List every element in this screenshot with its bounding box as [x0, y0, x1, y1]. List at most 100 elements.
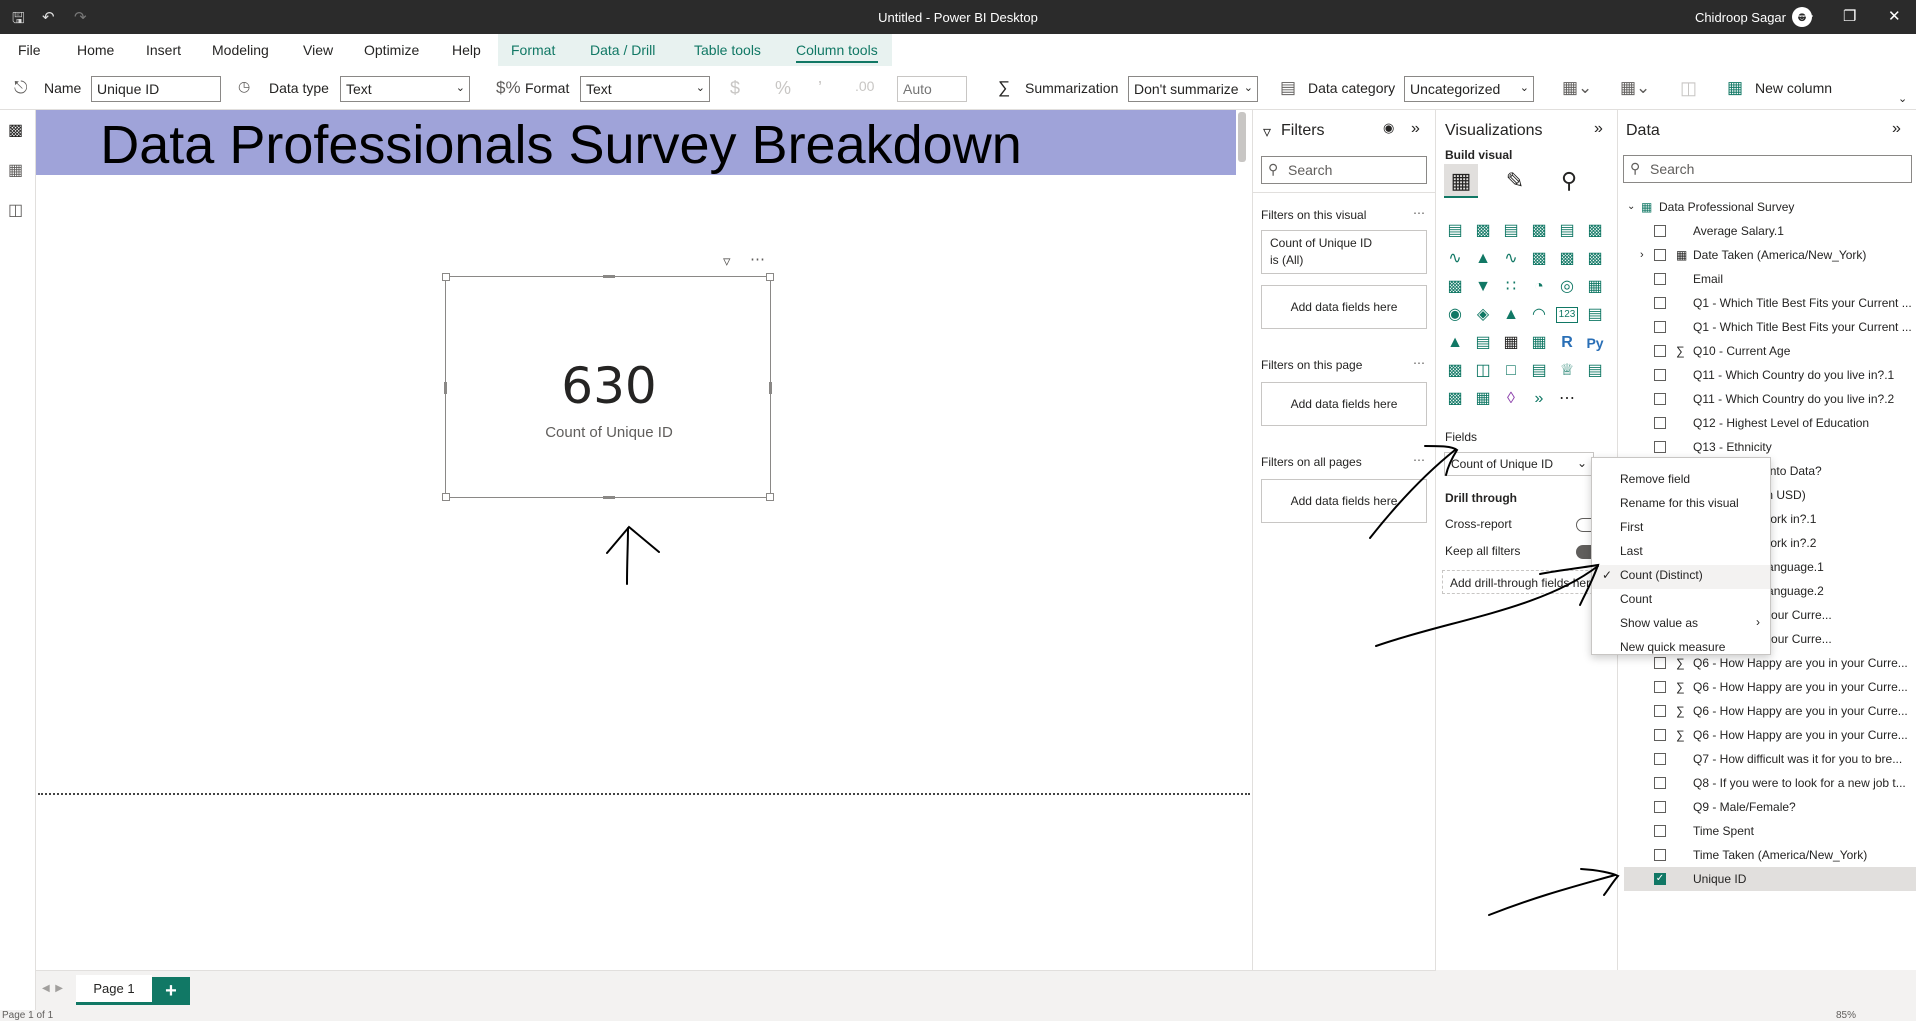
100-column-chart-icon[interactable]: ▩ [1584, 220, 1606, 242]
resize-handle[interactable] [603, 275, 615, 278]
collapse-icon[interactable]: » [1411, 120, 1420, 138]
add-drill-through-drop[interactable]: Add drill-through fields here [1442, 570, 1608, 594]
field-checkbox[interactable] [1654, 681, 1666, 693]
more-options-icon[interactable]: ⋯ [1413, 356, 1425, 370]
canvas-scrollbar[interactable] [1238, 112, 1246, 162]
data-field-row[interactable]: ∑ Q6 - How Happy are you in your Curre... [1624, 699, 1916, 723]
treemap-icon[interactable]: ▦ [1584, 276, 1606, 298]
data-type-select[interactable]: Text ⌄ [340, 76, 470, 102]
data-field-row[interactable]: ✓ Unique ID [1624, 867, 1916, 891]
data-field-row[interactable]: Q13 - Ethnicity [1624, 435, 1916, 459]
comma-icon[interactable]: ’ [818, 78, 822, 99]
filters-search-input[interactable]: ⚲ Search [1261, 156, 1427, 184]
add-visual-filter-drop[interactable]: Add data fields here [1261, 285, 1427, 329]
field-checkbox[interactable] [1654, 657, 1666, 669]
more-visuals-icon[interactable]: ⋯ [1556, 388, 1578, 410]
menu-count[interactable]: Count [1620, 592, 1652, 606]
stacked-bar-chart-icon[interactable]: ▤ [1444, 220, 1466, 242]
build-visual-tab-icon[interactable]: ▦ [1444, 164, 1478, 198]
data-field-row[interactable]: ∑ Q10 - Current Age [1624, 339, 1916, 363]
zoom-level[interactable]: 85% [1836, 1010, 1856, 1021]
filled-map-icon[interactable]: ◈ [1472, 304, 1494, 326]
field-checkbox[interactable] [1654, 345, 1666, 357]
100-bar-chart-icon[interactable]: ▤ [1556, 220, 1578, 242]
new-column-button[interactable]: New column [1755, 80, 1832, 96]
restore-icon[interactable]: ❐ [1843, 7, 1856, 25]
filter-icon[interactable]: ▿ [723, 252, 731, 270]
funnel-icon[interactable]: ▼ [1472, 276, 1494, 298]
data-field-row[interactable]: Q1 - Which Title Best Fits your Current … [1624, 315, 1916, 339]
page-tab[interactable]: Page 1 [76, 975, 152, 1005]
resize-handle[interactable] [442, 273, 450, 281]
line-column-chart-icon[interactable]: ▩ [1528, 248, 1550, 270]
close-icon[interactable]: ✕ [1888, 7, 1901, 25]
narrative-icon[interactable]: ▤ [1528, 360, 1550, 382]
report-canvas[interactable]: Data Professionals Survey Breakdown ▿ ⋯ … [36, 110, 1252, 970]
resize-handle[interactable] [766, 493, 774, 501]
field-checkbox[interactable] [1654, 417, 1666, 429]
r-visual-icon[interactable]: R [1556, 332, 1578, 354]
stacked-column-chart-icon[interactable]: ▩ [1472, 220, 1494, 242]
field-well-value[interactable]: Count of Unique ID ⌄ [1444, 452, 1594, 476]
data-category-select[interactable]: Uncategorized ⌄ [1404, 76, 1534, 102]
data-field-row[interactable]: › ▦ Date Taken (America/New_York) [1624, 243, 1916, 267]
field-checkbox[interactable] [1654, 249, 1666, 261]
report-view-icon[interactable]: ▩ [8, 120, 23, 140]
chevron-down-icon[interactable]: ⌄ [1627, 195, 1635, 219]
table-view-icon[interactable]: ▦ [8, 160, 23, 180]
card-icon[interactable]: 123 [1556, 307, 1578, 323]
data-field-row[interactable]: Time Taken (America/New_York) [1624, 843, 1916, 867]
menu-format[interactable]: Format [511, 42, 555, 58]
menu-view[interactable]: View [303, 42, 333, 58]
field-checkbox[interactable] [1654, 777, 1666, 789]
currency-icon[interactable]: $ [730, 78, 740, 99]
visual-filter-card[interactable]: Count of Unique ID is (All) [1261, 230, 1427, 274]
data-search-input[interactable]: ⚲ Search [1623, 155, 1912, 183]
data-field-row[interactable]: Q11 - Which Country do you live in?.2 [1624, 387, 1916, 411]
clustered-column-chart-icon[interactable]: ▩ [1528, 220, 1550, 242]
name-input[interactable] [91, 76, 221, 102]
summarization-select[interactable]: Don't summarize ⌄ [1128, 76, 1258, 102]
field-checkbox[interactable] [1654, 705, 1666, 717]
diamond-visual-icon[interactable]: ◊ [1500, 388, 1522, 410]
matrix-icon[interactable]: ▦ [1528, 332, 1550, 354]
table-node[interactable]: ⌄ ▦ Data Professional Survey [1625, 195, 1915, 219]
gauge-icon[interactable]: ◠ [1528, 304, 1550, 326]
chevron-visual-icon[interactable]: » [1528, 388, 1550, 410]
menu-count-distinct[interactable]: Count (Distinct) [1620, 568, 1703, 582]
menu-home[interactable]: Home [77, 42, 114, 58]
field-checkbox[interactable]: ✓ [1654, 873, 1666, 885]
menu-first[interactable]: First [1620, 520, 1643, 534]
scatter-chart-icon[interactable]: ∷ [1500, 276, 1522, 298]
data-field-row[interactable]: Time Spent [1624, 819, 1916, 843]
field-checkbox[interactable] [1654, 801, 1666, 813]
slicer-icon[interactable]: ▤ [1472, 332, 1494, 354]
data-field-row[interactable]: Q12 - Highest Level of Education [1624, 411, 1916, 435]
field-checkbox[interactable] [1654, 849, 1666, 861]
kpi-icon[interactable]: ▲ [1444, 332, 1466, 354]
ribbon-chart-icon[interactable]: ▩ [1584, 248, 1606, 270]
map-icon[interactable]: ◉ [1444, 304, 1466, 326]
menu-insert[interactable]: Insert [146, 42, 181, 58]
data-field-row[interactable]: Q1 - Which Title Best Fits your Current … [1624, 291, 1916, 315]
data-field-row[interactable]: Q11 - Which Country do you live in?.1 [1624, 363, 1916, 387]
menu-modeling[interactable]: Modeling [212, 42, 269, 58]
menu-remove-field[interactable]: Remove field [1620, 472, 1690, 486]
data-field-row[interactable]: ∑ Q6 - How Happy are you in your Curre... [1624, 675, 1916, 699]
menu-help[interactable]: Help [452, 42, 481, 58]
menu-optimize[interactable]: Optimize [364, 42, 419, 58]
goals-icon[interactable]: ♕ [1556, 360, 1578, 382]
field-checkbox[interactable] [1654, 225, 1666, 237]
add-all-pages-filter-drop[interactable]: Add data fields here [1261, 479, 1427, 523]
field-checkbox[interactable] [1654, 369, 1666, 381]
menu-rename-visual[interactable]: Rename for this visual [1620, 496, 1739, 510]
user-name[interactable]: Chidroop Sagar [1695, 10, 1786, 25]
decimal-icon[interactable]: .00 [855, 78, 874, 94]
line-clustered-column-icon[interactable]: ▩ [1556, 248, 1578, 270]
decimal-places-input[interactable] [897, 76, 967, 102]
more-options-icon[interactable]: ⋯ [1413, 453, 1425, 467]
key-influencers-icon[interactable]: ▩ [1444, 360, 1466, 382]
data-field-row[interactable]: Q8 - If you were to look for a new job t… [1624, 771, 1916, 795]
data-groups-icon[interactable]: ▦⌄ [1620, 78, 1650, 98]
waterfall-chart-icon[interactable]: ▩ [1444, 276, 1466, 298]
